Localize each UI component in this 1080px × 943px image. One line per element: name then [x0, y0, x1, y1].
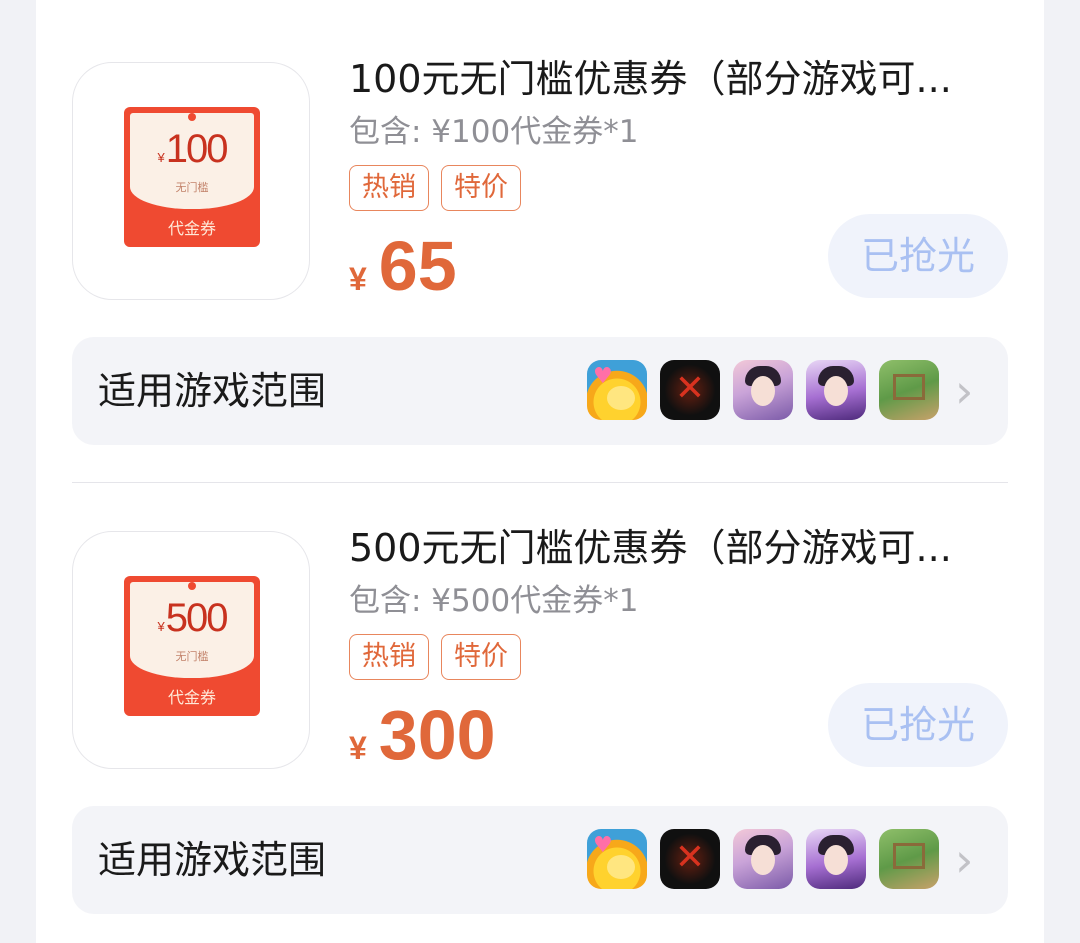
- farm-game-icon: [879, 360, 939, 420]
- offer-title: 500元无门槛优惠券（部分游戏可...: [349, 526, 952, 570]
- offer-price: ¥65: [349, 226, 457, 306]
- coupon-label: 代金券: [167, 688, 216, 707]
- farm-game-icon: [879, 829, 939, 889]
- applicable-games-label: 适用游戏范围: [98, 369, 327, 413]
- price-value: 65: [378, 227, 457, 305]
- coupon-graphic: ¥100 无门槛 代金券: [124, 107, 260, 247]
- applicable-games-label: 适用游戏范围: [98, 838, 327, 882]
- offer-list: ¥100 无门槛 代金券 100元无门槛优惠券（部分游戏可... 包含: ¥10…: [36, 0, 1044, 943]
- coupon-thumbnail: ¥500 无门槛 代金券: [72, 531, 310, 769]
- coupon-thumbnail: ¥100 无门槛 代金券: [72, 62, 310, 300]
- tag-special: 特价: [441, 634, 521, 680]
- coupon-notch: [188, 113, 196, 121]
- coupon-amount: ¥500: [124, 596, 260, 641]
- offer-title: 100元无门槛优惠券（部分游戏可...: [349, 57, 952, 101]
- chevron-right-icon[interactable]: ›: [955, 806, 973, 914]
- tag-hot: 热销: [349, 634, 429, 680]
- offer-card[interactable]: ¥500 无门槛 代金券 500元无门槛优惠券（部分游戏可... 包含: ¥50…: [36, 469, 1044, 939]
- tag-special: 特价: [441, 165, 521, 211]
- red-glyph-game-icon: ✕: [660, 360, 720, 420]
- applicable-games-row[interactable]: 适用游戏范围 ♥ ✕ ›: [72, 806, 1008, 914]
- coupon-graphic: ¥500 无门槛 代金券: [124, 576, 260, 716]
- coupon-currency: ¥: [157, 150, 165, 165]
- coupon-amount-value: 100: [165, 127, 229, 171]
- heroine-game-icon: [733, 829, 793, 889]
- coupon-label: 代金券: [167, 219, 216, 238]
- coupon-amount: ¥100: [124, 127, 260, 172]
- offer-tags: 热销 特价: [349, 634, 521, 680]
- chick-game-icon: ♥: [587, 360, 647, 420]
- chevron-right-icon[interactable]: ›: [955, 337, 973, 445]
- coupon-subtext: 无门槛: [175, 181, 209, 194]
- offer-contents: 包含: ¥500代金券*1: [349, 583, 639, 619]
- price-value: 300: [378, 696, 496, 774]
- coupon-notch: [188, 582, 196, 590]
- coupon-amount-value: 500: [165, 596, 229, 640]
- heroine-game-icon: [733, 360, 793, 420]
- offer-tags: 热销 特价: [349, 165, 521, 211]
- tag-hot: 热销: [349, 165, 429, 211]
- purple-heroine-game-icon: [806, 360, 866, 420]
- coupon-currency: ¥: [157, 619, 165, 634]
- game-icon-list: ♥ ✕: [587, 360, 939, 420]
- purple-heroine-game-icon: [806, 829, 866, 889]
- offer-contents: 包含: ¥100代金券*1: [349, 114, 639, 150]
- coupon-subtext: 无门槛: [175, 650, 209, 663]
- sold-out-button[interactable]: 已抢光: [828, 683, 1008, 767]
- price-currency: ¥: [349, 730, 367, 766]
- red-glyph-game-icon: ✕: [660, 829, 720, 889]
- offer-price: ¥300: [349, 695, 496, 775]
- sold-out-button[interactable]: 已抢光: [828, 214, 1008, 298]
- game-icon-list: ♥ ✕: [587, 829, 939, 889]
- chick-game-icon: ♥: [587, 829, 647, 889]
- applicable-games-row[interactable]: 适用游戏范围 ♥ ✕ ›: [72, 337, 1008, 445]
- price-currency: ¥: [349, 261, 367, 297]
- offer-card[interactable]: ¥100 无门槛 代金券 100元无门槛优惠券（部分游戏可... 包含: ¥10…: [36, 0, 1044, 470]
